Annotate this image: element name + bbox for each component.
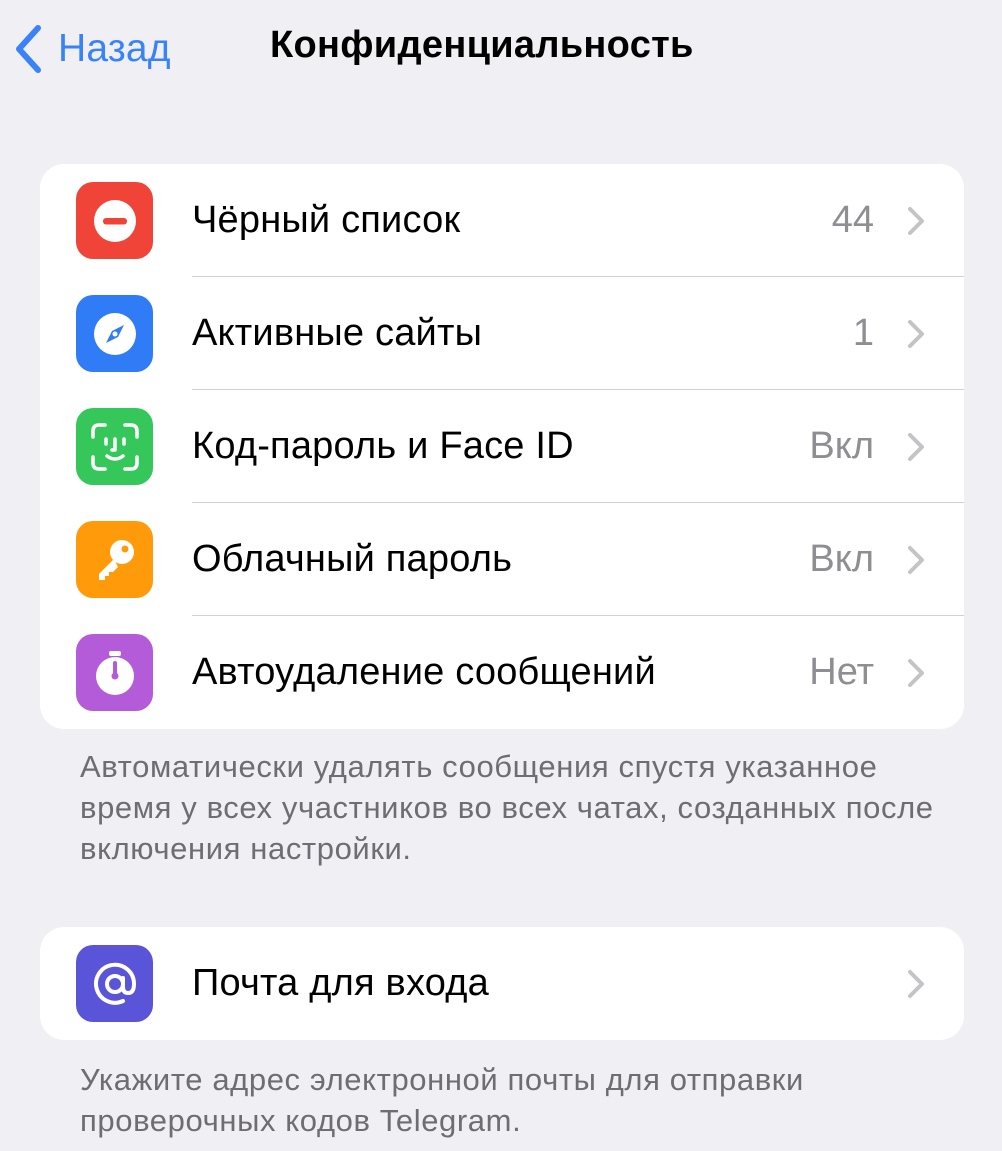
chevron-right-icon (908, 207, 924, 235)
row-label: Код-пароль и Face ID (192, 425, 574, 467)
chevron-left-icon (16, 25, 41, 73)
row-value: Нет (809, 651, 874, 693)
at-sign-icon (76, 945, 153, 1022)
privacy-settings-group: Чёрный список 44 Активные сайты 1 Код-па… (40, 164, 964, 729)
row-value: 1 (852, 312, 874, 354)
face-id-icon (76, 408, 153, 485)
row-label: Облачный пароль (192, 538, 513, 580)
row-cloud-password[interactable]: Облачный пароль Вкл (40, 503, 964, 616)
login-email-footer-text: Укажите адрес электронной почты для отпр… (80, 1062, 804, 1138)
chevron-right-icon (908, 320, 924, 348)
key-icon (76, 521, 153, 598)
navigation-bar: Назад Конфиденциальность (0, 0, 1002, 100)
login-email-group: Почта для входа (40, 927, 964, 1040)
chevron-right-icon (908, 659, 924, 687)
row-passcode-face-id[interactable]: Код-пароль и Face ID Вкл (40, 390, 964, 503)
row-value: 44 (831, 199, 874, 241)
chevron-right-icon (908, 433, 924, 461)
blocked-icon (76, 182, 153, 259)
row-blocked-users[interactable]: Чёрный список 44 (40, 164, 964, 277)
row-label: Активные сайты (192, 312, 483, 354)
page-title: Конфиденциальность (270, 24, 694, 66)
back-button[interactable]: Назад (14, 20, 171, 78)
row-login-email[interactable]: Почта для входа (40, 927, 964, 1040)
compass-icon (76, 295, 153, 372)
auto-delete-footer-text: Автоматически удалять сообщения спустя у… (80, 749, 934, 866)
row-label: Почта для входа (192, 962, 489, 1004)
row-value: Вкл (809, 425, 874, 467)
chevron-right-icon (908, 970, 924, 998)
row-auto-delete-messages[interactable]: Автоудаление сообщений Нет (40, 616, 964, 729)
row-active-sites[interactable]: Активные сайты 1 (40, 277, 964, 390)
row-label: Автоудаление сообщений (192, 651, 656, 693)
row-value: Вкл (809, 538, 874, 580)
back-label: Назад (58, 27, 171, 70)
chevron-right-icon (908, 546, 924, 574)
row-label: Чёрный список (192, 199, 461, 241)
timer-icon (76, 634, 153, 711)
